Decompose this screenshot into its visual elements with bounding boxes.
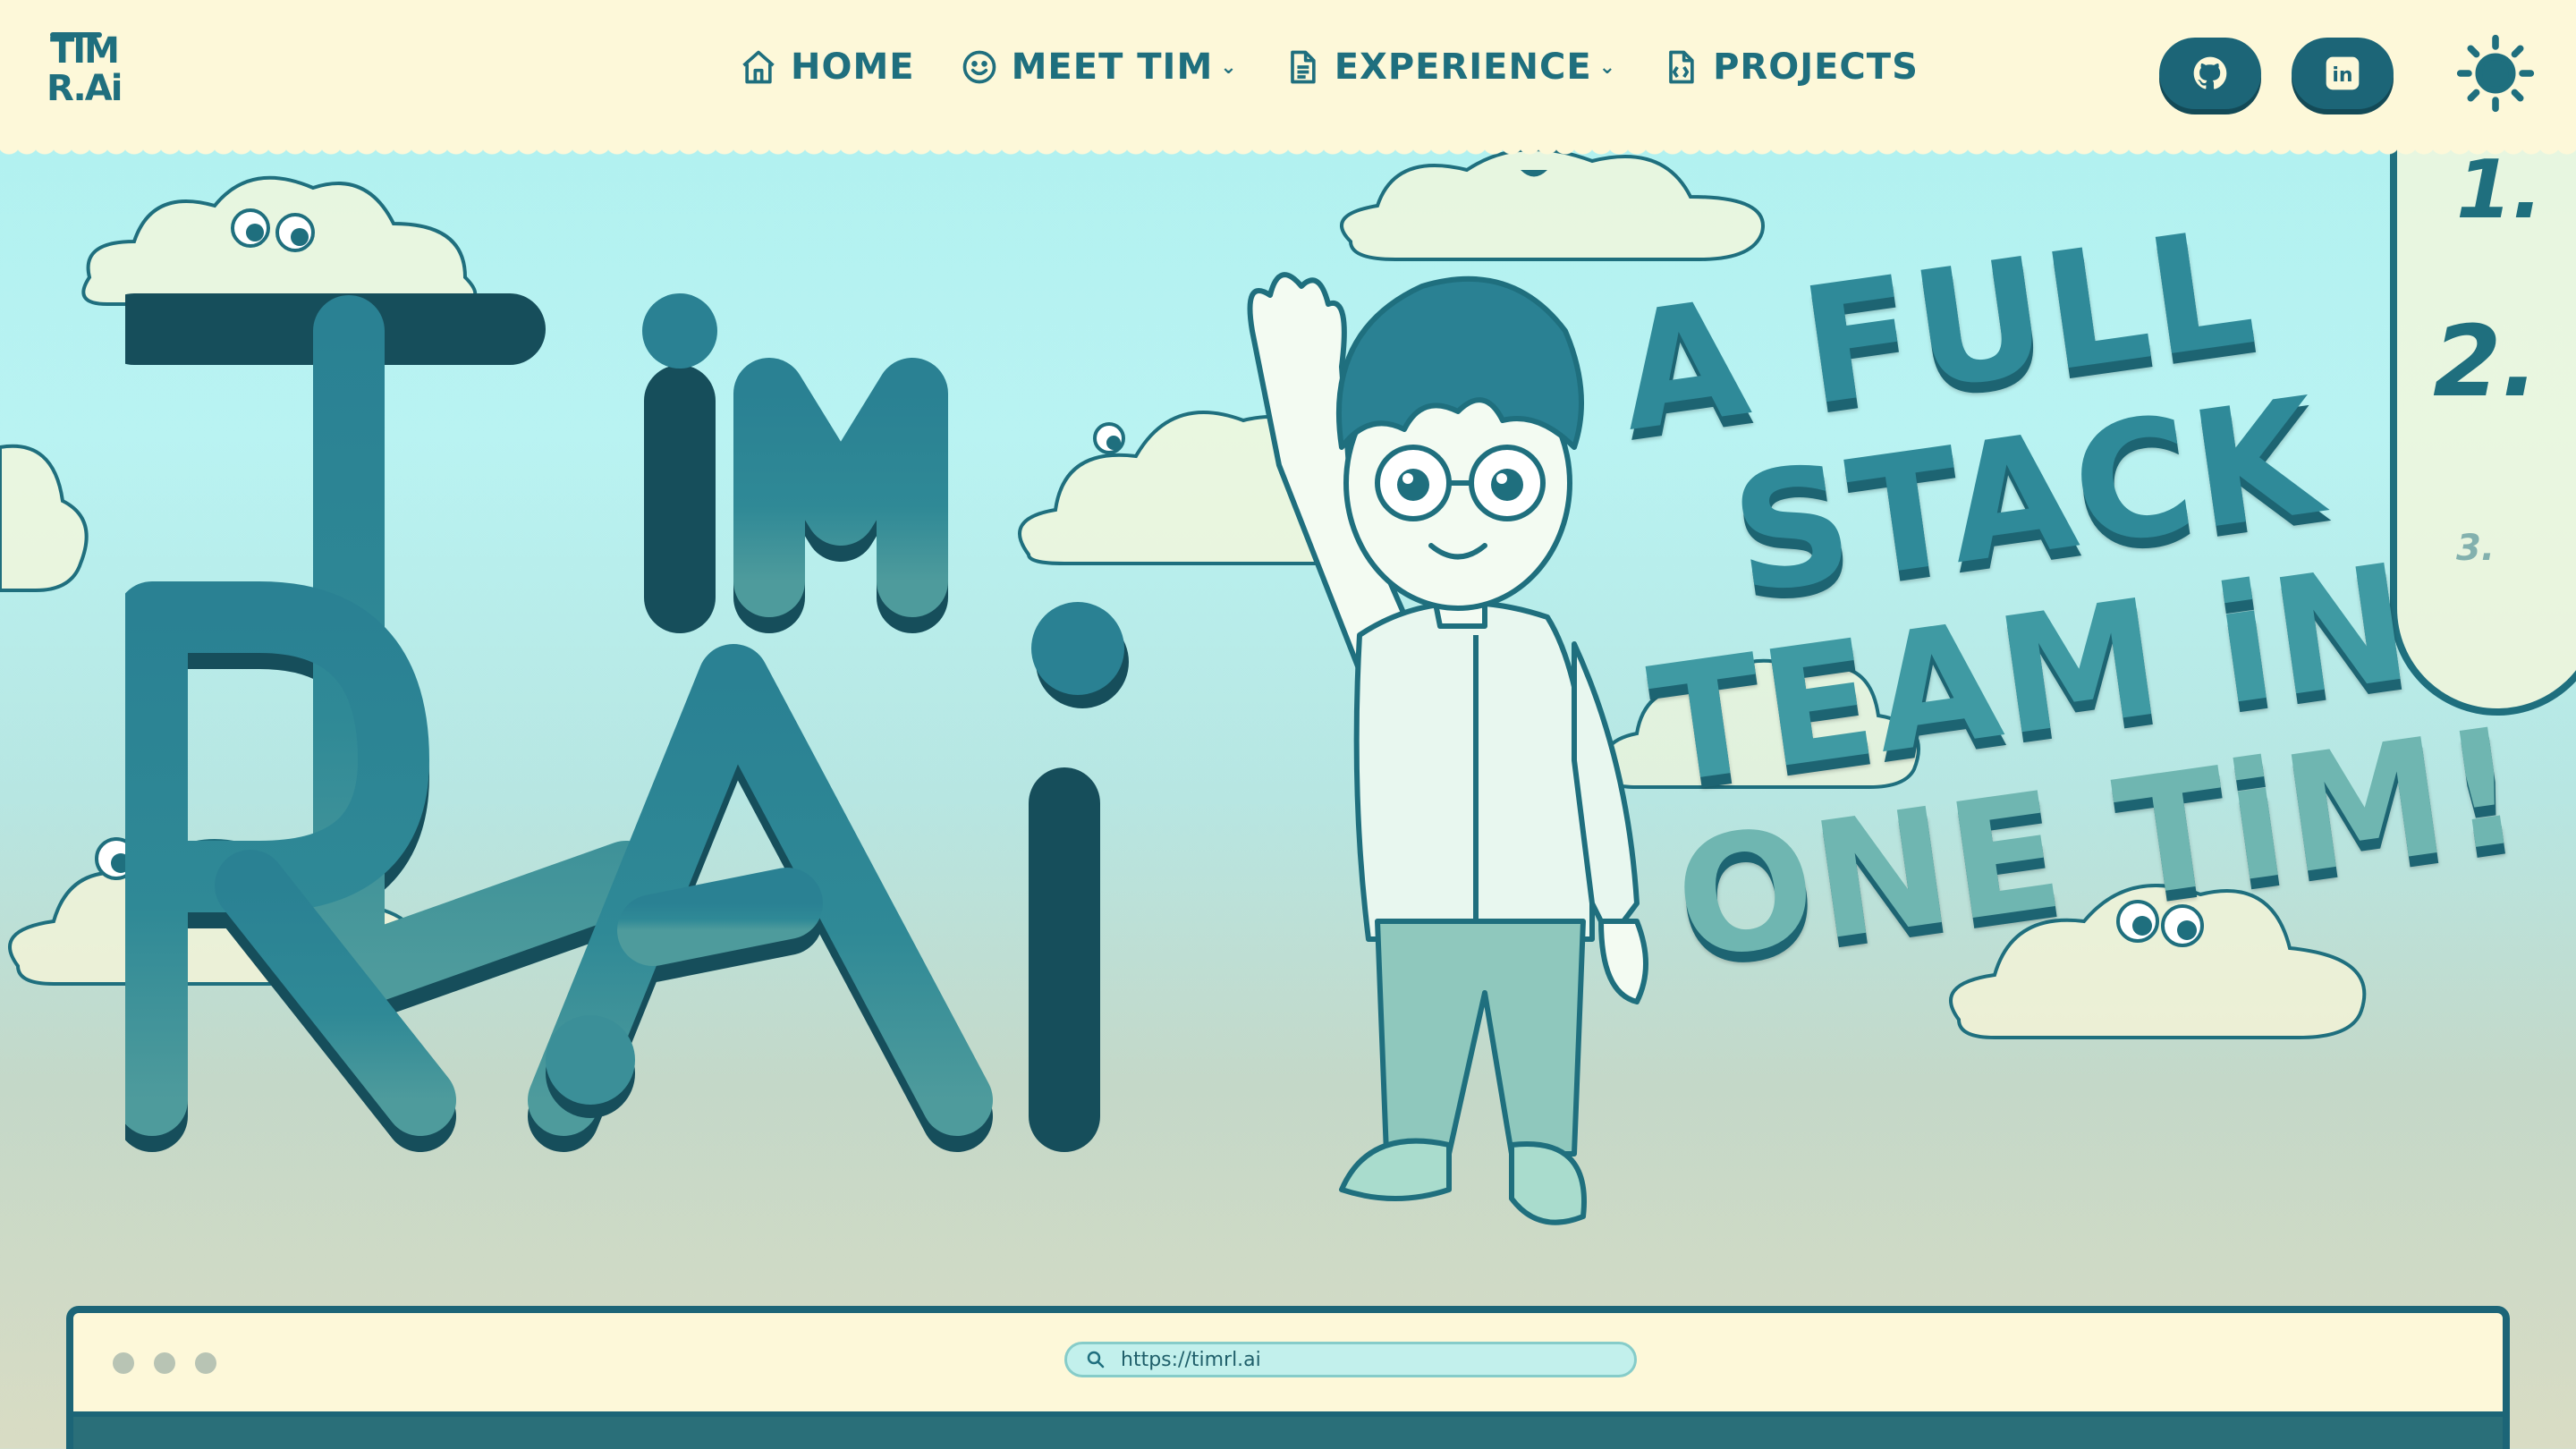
smiley-icon <box>962 50 996 84</box>
theme-toggle-button[interactable] <box>2451 29 2540 118</box>
cloud-decoration <box>0 444 89 592</box>
nav-item-label: EXPERIENCE <box>1334 47 1592 88</box>
nav-item-meet-tim[interactable]: MEET TIM ⌄ <box>960 47 1238 88</box>
top-navbar: TIM R.Ai HOME MEET TIM ⌄ EXPERIENCE ⌄ PR… <box>0 0 2576 143</box>
logo-bottom-text: R.Ai <box>47 68 123 109</box>
site-logo[interactable]: TIM R.Ai <box>47 27 154 109</box>
github-icon <box>2193 56 2227 89</box>
chevron-down-icon: ⌄ <box>1220 55 1238 79</box>
nav-item-experience[interactable]: EXPERIENCE ⌄ <box>1283 47 1616 88</box>
nav-links: HOME MEET TIM ⌄ EXPERIENCE ⌄ PROJECTS <box>739 38 1919 97</box>
browser-mockup: https://timrl.ai <box>66 1306 2510 1449</box>
url-text: https://timrl.ai <box>1121 1348 1261 1371</box>
browser-content <box>73 1411 2503 1449</box>
code-file-icon <box>1669 50 1694 84</box>
window-controls <box>113 1352 216 1374</box>
window-dot <box>113 1352 134 1374</box>
github-button[interactable] <box>2159 38 2261 109</box>
nav-actions: in <box>2159 29 2540 118</box>
logo-top-text: TIM <box>50 30 120 72</box>
chevron-down-icon: ⌄ <box>1598 55 1617 79</box>
url-bar[interactable]: https://timrl.ai <box>1064 1342 1637 1377</box>
nav-item-label: MEET TIM <box>1011 47 1214 88</box>
navbar-scallop-edge <box>0 143 2576 159</box>
linkedin-button[interactable]: in <box>2292 38 2394 109</box>
nav-item-label: PROJECTS <box>1713 47 1919 88</box>
hero-tagline: A FULL STACK TEAM iN ONE TiM! <box>1556 165 2576 996</box>
document-icon <box>1290 50 1316 84</box>
nav-item-projects[interactable]: PROJECTS <box>1661 47 1919 88</box>
nav-item-label: HOME <box>791 47 915 88</box>
home-icon <box>742 50 775 84</box>
linkedin-text: in <box>2332 64 2352 87</box>
nav-item-home[interactable]: HOME <box>739 47 915 88</box>
window-dot <box>154 1352 175 1374</box>
linkedin-icon: in <box>2326 56 2360 90</box>
hero-logo <box>125 277 1129 1152</box>
search-icon <box>1087 1351 1105 1368</box>
window-dot <box>195 1352 216 1374</box>
sun-icon <box>2456 34 2535 113</box>
